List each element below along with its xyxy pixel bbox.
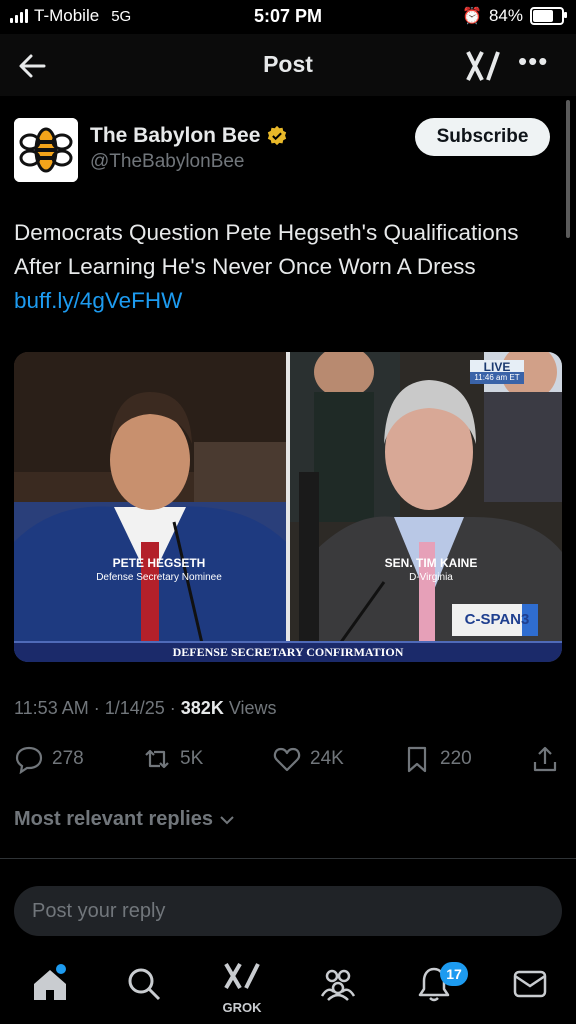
battery-icon [530, 7, 567, 25]
divider [0, 858, 576, 859]
post-media[interactable]: LIVE 11:46 am ET PETE HEGSETH Defense Se… [14, 352, 562, 662]
share-icon [533, 746, 557, 772]
views-count: 382K [180, 698, 224, 718]
author-name[interactable]: The Babylon Bee [90, 124, 260, 148]
post-body: Democrats Question Pete Hegseth's Qualif… [14, 216, 554, 318]
like-count: 24K [310, 748, 344, 769]
post-text: Democrats Question Pete Hegseth's Qualif… [14, 220, 519, 279]
bookmark-count: 220 [440, 748, 472, 769]
chevron-down-icon [220, 815, 234, 824]
right-caption-name: SEN. TIM KAINE [384, 556, 478, 570]
home-icon[interactable] [30, 964, 70, 1004]
battery-percent: 84% [488, 6, 523, 25]
bookmark-icon [407, 746, 427, 773]
author-name-row[interactable]: The Babylon Bee [90, 124, 288, 148]
search-icon[interactable] [124, 964, 164, 1004]
reply-icon [15, 746, 43, 774]
subscribe-button[interactable]: Subscribe [415, 118, 550, 156]
like-button[interactable]: 24K [272, 744, 344, 774]
right-caption-title: D-Virginia [409, 572, 453, 583]
author-handle[interactable]: @TheBabylonBee [90, 151, 245, 173]
left-caption-name: PETE HEGSETH [112, 556, 206, 570]
post-time: 11:53 AM [14, 698, 89, 718]
live-label: LIVE [483, 360, 511, 374]
status-right: ⏰ 84% [462, 6, 567, 26]
live-time: 11:46 am ET [474, 373, 520, 382]
xai-logo-icon[interactable] [466, 50, 502, 82]
post-meta: 11:53 AM · 1/14/25 · 382K Views [14, 698, 277, 718]
repost-icon [145, 749, 169, 769]
repost-count: 5K [180, 748, 204, 769]
bee-logo-icon [14, 118, 78, 182]
grok-label: GROK [222, 1000, 262, 1015]
more-options-button[interactable]: ••• [518, 46, 548, 77]
reply-placeholder: Post your reply [32, 900, 166, 922]
share-button[interactable] [530, 744, 560, 774]
replies-sort-label: Most relevant replies [14, 808, 213, 830]
verified-badge-icon [268, 125, 287, 146]
author-avatar[interactable] [14, 118, 78, 182]
alarm-icon: ⏰ [462, 8, 482, 25]
notifications-badge: 17 [440, 962, 468, 986]
replies-sort-dropdown[interactable]: Most relevant replies [14, 808, 237, 831]
bottom-tab-bar: GROK [0, 950, 576, 1024]
repost-button[interactable]: 5K [142, 744, 203, 774]
reply-count: 278 [52, 748, 84, 769]
status-bar: T-Mobile 5G 5:07 PM ⏰ 84% [0, 0, 576, 34]
reply-button[interactable]: 278 [14, 744, 84, 774]
grok-icon[interactable] [222, 960, 262, 992]
reply-input[interactable]: Post your reply [14, 886, 562, 936]
cspan-logo: C-SPAN3 [464, 611, 530, 628]
communities-icon[interactable] [318, 964, 358, 1004]
hearing-banner: DEFENSE SECRETARY CONFIRMATION [172, 645, 404, 659]
heart-icon [273, 747, 301, 772]
left-caption-title: Defense Secretary Nominee [96, 572, 222, 583]
post-date: 1/14/25 [104, 698, 165, 718]
post-link[interactable]: buff.ly/4gVeFHW [14, 288, 182, 313]
top-nav: Post ••• [0, 34, 576, 96]
messages-icon[interactable] [510, 964, 550, 1004]
bookmark-button[interactable]: 220 [402, 744, 472, 774]
scrollbar[interactable] [566, 100, 570, 238]
views-label: Views [228, 698, 277, 718]
